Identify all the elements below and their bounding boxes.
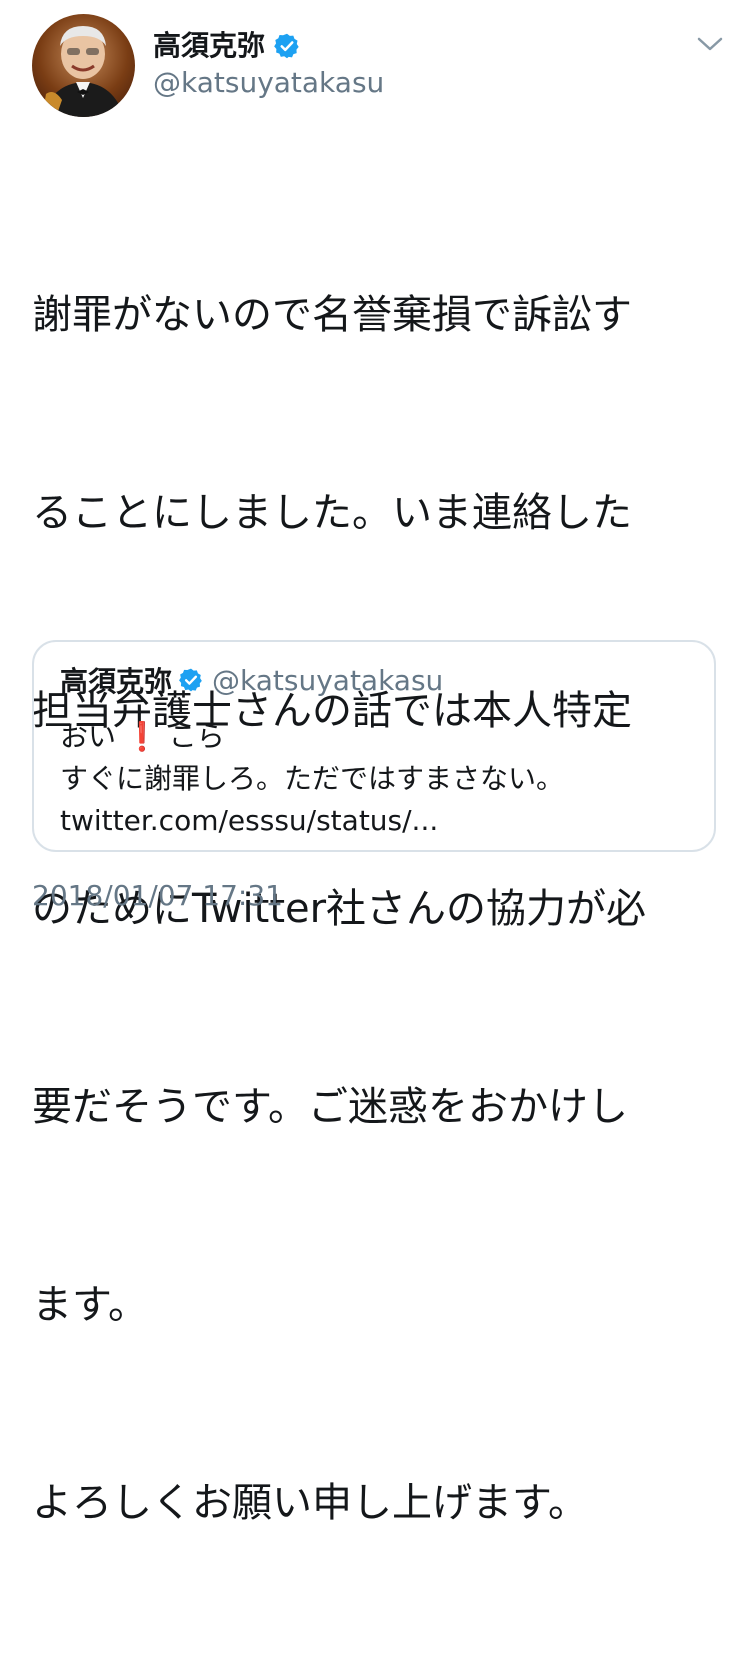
quoted-text-segment: こら	[168, 720, 225, 753]
quoted-link[interactable]: twitter.com/esssu/status/...	[60, 800, 700, 842]
exclamation-emoji-icon: ❗	[124, 720, 160, 753]
tweet-text-line: 要だそうです。ご迷惑をおかけし	[32, 1084, 628, 1130]
tweet-text-line: ることにしました。いま連絡した	[32, 490, 632, 536]
author-avatar[interactable]	[32, 14, 135, 117]
tweet-timestamp[interactable]: 2018/01/07 17:31	[32, 876, 283, 916]
author-handle[interactable]: @katsuyatakasu	[153, 66, 384, 100]
quoted-author-name: 高須克弥	[60, 665, 173, 698]
quoted-author-handle: @katsuyatakasu	[212, 663, 444, 697]
tweet-text-line: よろしくお願い申し上げます。	[32, 1480, 588, 1526]
quoted-text-line: すぐに謝罪しろ。ただではすまさない。	[60, 762, 565, 795]
verified-badge-icon	[274, 33, 299, 59]
tweet-text-line: ます。	[32, 1282, 148, 1328]
author-name-row[interactable]: 高須克弥	[153, 26, 301, 66]
quoted-text-segment: おい	[60, 720, 117, 753]
quoted-tweet[interactable]: 高須克弥 @katsuyatakasu おい ❗ こら すぐに謝罪しろ。ただでは…	[32, 640, 716, 852]
tweet-text-line: 謝罪がないので名誉棄損で訴訟す	[32, 292, 632, 338]
author-name[interactable]: 高須克弥	[153, 26, 265, 66]
chevron-down-icon[interactable]	[696, 34, 724, 54]
verified-badge-icon	[179, 668, 202, 692]
quoted-tweet-text: おい ❗ こら すぐに謝罪しろ。ただではすまさない。 twitter.com/e…	[60, 716, 700, 842]
tweet-card: 高須克弥 @katsuyatakasu 謝罪がないので名誉棄損で訴訟す ることに…	[0, 0, 750, 1526]
quoted-text-line: おい ❗ こら	[60, 716, 700, 758]
quoted-tweet-header: 高須克弥 @katsuyatakasu	[60, 660, 443, 700]
